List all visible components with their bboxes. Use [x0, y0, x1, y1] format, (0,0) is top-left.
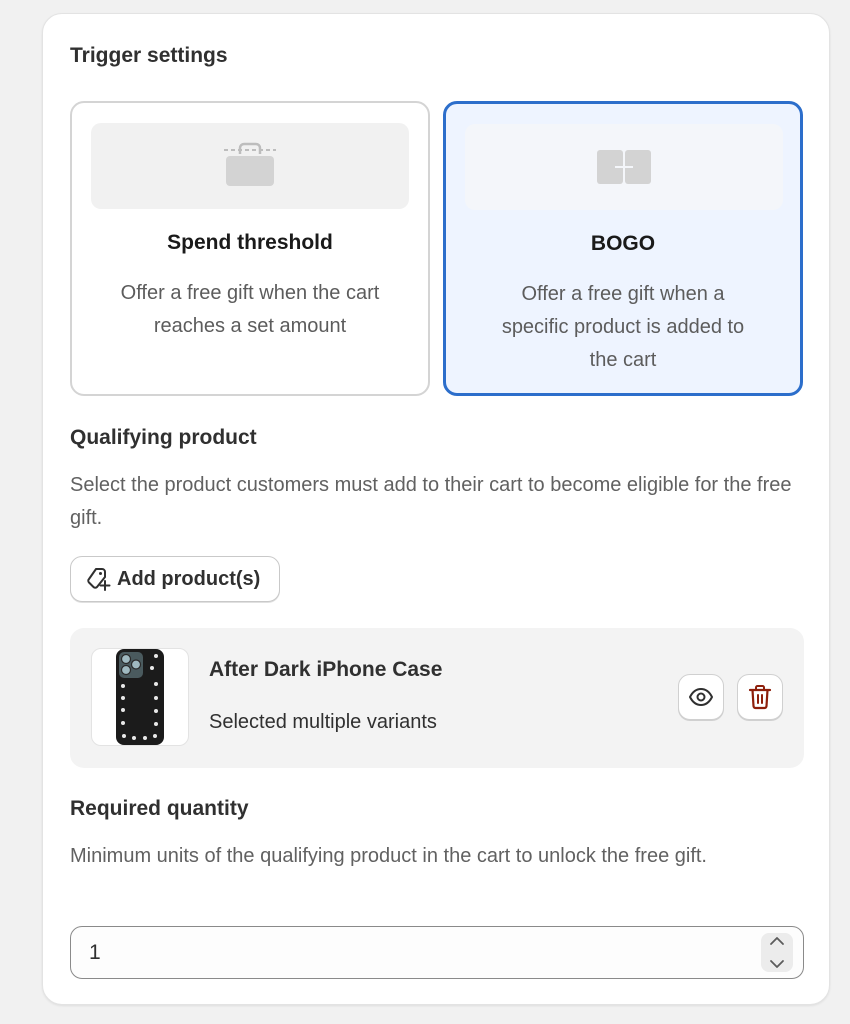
trigger-settings-card: Trigger settings Spend threshold Offer a…: [42, 13, 830, 1005]
shopping-bag-icon: [224, 142, 276, 186]
selected-product: After Dark iPhone Case Selected multiple…: [70, 628, 804, 768]
add-products-button[interactable]: Add product(s): [70, 556, 280, 602]
add-products-label: Add product(s): [117, 567, 261, 590]
trash-icon: [748, 685, 772, 710]
phone-case-image: [116, 649, 164, 745]
trigger-settings-title: Trigger settings: [70, 44, 228, 67]
quantity-input[interactable]: [89, 927, 689, 978]
eye-icon: [689, 688, 713, 706]
option-title: BOGO: [590, 232, 656, 255]
delete-product-button[interactable]: [737, 674, 783, 720]
option-description: Offer a free gift when the cart reaches …: [120, 282, 380, 337]
chevron-down-icon[interactable]: [769, 959, 785, 969]
option-thumbnail: [91, 123, 409, 209]
preview-product-button[interactable]: [678, 674, 724, 720]
option-bogo[interactable]: BOGO Offer a free gift when a specific p…: [443, 101, 803, 396]
tag-plus-icon: [87, 568, 111, 591]
quantity-stepper[interactable]: [761, 933, 793, 972]
option-thumbnail: [465, 124, 783, 210]
required-quantity-title: Required quantity: [70, 797, 249, 820]
option-description: Offer a free gift when a specific produc…: [501, 283, 745, 371]
required-quantity-field[interactable]: [70, 926, 804, 979]
chevron-up-icon[interactable]: [769, 936, 785, 946]
required-quantity-description: Minimum units of the qualifying product …: [70, 845, 707, 867]
option-spend-threshold[interactable]: Spend threshold Offer a free gift when t…: [70, 101, 430, 396]
product-name: After Dark iPhone Case: [209, 658, 443, 681]
product-variants: Selected multiple variants: [209, 711, 437, 733]
qualifying-product-title: Qualifying product: [70, 426, 257, 449]
qualifying-product-description: Select the product customers must add to…: [70, 474, 792, 529]
product-thumbnail: [91, 648, 189, 746]
combine-plus-icon: [597, 150, 651, 184]
option-title: Spend threshold: [167, 231, 333, 254]
